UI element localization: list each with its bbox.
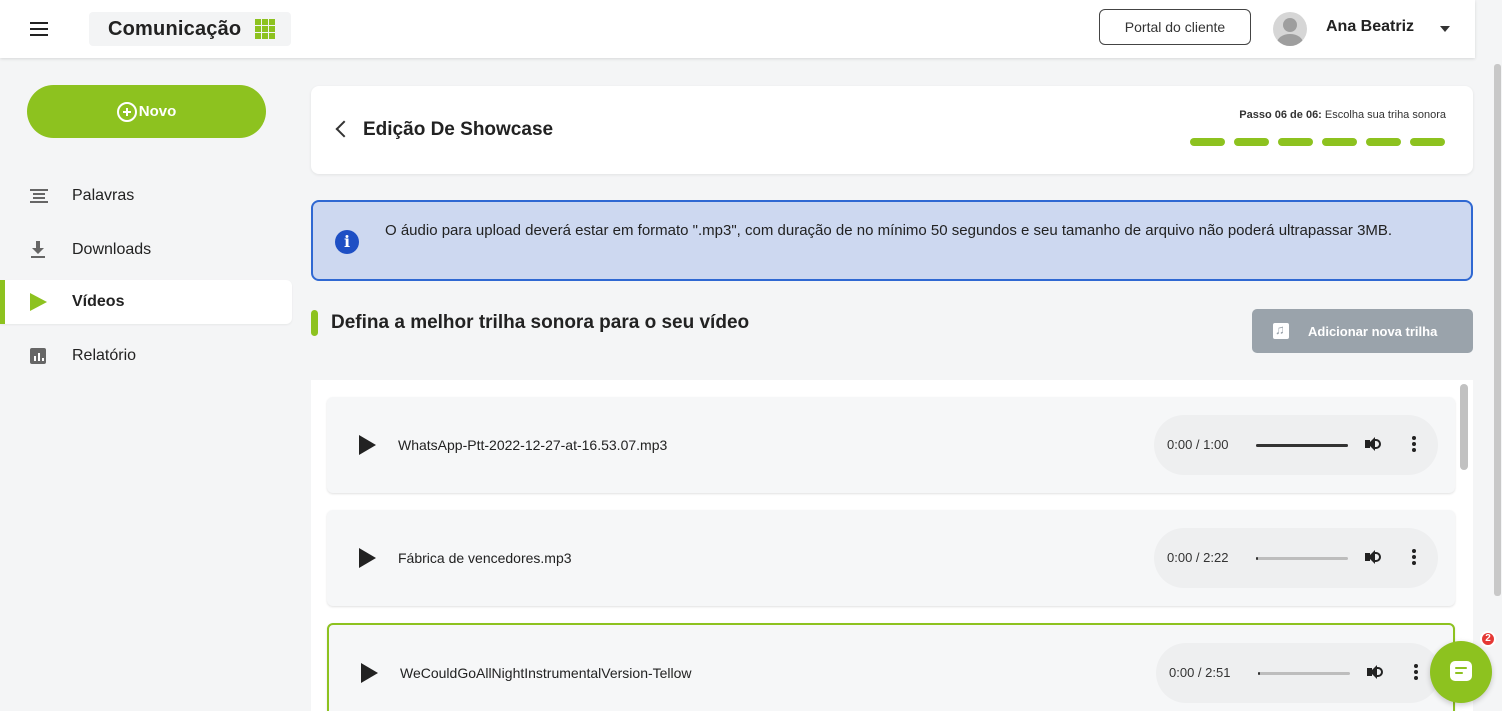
music-note-icon [1273, 322, 1289, 339]
sidebar-item-label: Downloads [72, 241, 152, 258]
step-segment [1234, 138, 1269, 146]
audio-time: 0:00 / 2:51 [1169, 665, 1231, 680]
new-button[interactable]: Novo [27, 85, 266, 138]
step-progress [1190, 138, 1445, 146]
more-options-icon[interactable] [1412, 549, 1416, 565]
play-icon[interactable] [359, 435, 376, 455]
audio-player: 0:00 / 2:22 [1154, 528, 1438, 588]
track-item-selected[interactable]: WeCouldGoAllNightInstrumentalVersion-Tel… [327, 623, 1455, 711]
new-button-label: Novo [138, 103, 177, 120]
section-title: Defina a melhor trilha sonora para o seu… [331, 312, 750, 333]
step-prefix: Passo 06 de 06: [1239, 109, 1322, 121]
chat-button[interactable] [1430, 641, 1492, 703]
info-alert: i O áudio para upload deverá estar em fo… [311, 200, 1473, 281]
track-name: Fábrica de vencedores.mp3 [398, 550, 572, 566]
info-text: O áudio para upload deverá estar em form… [385, 222, 1393, 239]
audio-player: 0:00 / 2:51 [1156, 643, 1440, 703]
plus-circle-icon [116, 102, 137, 122]
audio-seek-bar[interactable] [1258, 672, 1350, 675]
track-list: WhatsApp-Ptt-2022-12-27-at-16.53.07.mp3 … [311, 380, 1473, 711]
step-label: Escolha sua triha sonora [1324, 109, 1446, 121]
chart-icon [30, 348, 46, 364]
chat-icon [1450, 661, 1472, 681]
play-icon[interactable] [359, 548, 376, 568]
audio-time: 0:00 / 2:22 [1167, 550, 1229, 565]
back-icon[interactable] [335, 120, 353, 138]
step-segment [1410, 138, 1445, 146]
step-segment [1322, 138, 1357, 146]
avatar[interactable] [1273, 12, 1307, 46]
sidebar-item-label: Vídeos [72, 293, 125, 310]
sidebar-item-label: Palavras [72, 187, 135, 204]
portal-button[interactable]: Portal do cliente [1099, 9, 1251, 45]
play-icon [30, 293, 47, 311]
audio-time: 0:00 / 1:00 [1167, 437, 1229, 452]
download-icon [30, 241, 46, 259]
page-header: Edição De Showcase Passo 06 de 06: Escol… [311, 86, 1473, 174]
top-bar: Comunicação Portal do cliente Ana Beatri… [0, 0, 1475, 58]
audio-seek-fill [1256, 444, 1348, 447]
step-segment [1278, 138, 1313, 146]
sidebar-item-label: Relatório [72, 347, 137, 364]
audio-player: 0:00 / 1:00 [1154, 415, 1438, 475]
more-options-icon[interactable] [1412, 436, 1416, 452]
page-title: Edição De Showcase [363, 119, 554, 140]
add-track-label: Adicionar nova trilha [1308, 323, 1438, 339]
volume-icon[interactable] [1365, 549, 1381, 565]
step-segment [1190, 138, 1225, 146]
audio-seek-bar[interactable] [1256, 444, 1348, 447]
app-brand[interactable]: Comunicação [89, 12, 291, 46]
audio-seek-bar[interactable] [1256, 557, 1348, 560]
track-name: WeCouldGoAllNightInstrumentalVersion-Tel… [400, 665, 692, 681]
audio-seek-fill [1256, 557, 1258, 560]
info-icon: i [335, 230, 359, 254]
sidebar-item-palavras[interactable]: Palavras [0, 174, 292, 218]
sidebar-item-videos[interactable]: Vídeos [0, 280, 292, 324]
notification-badge: 2 [1480, 631, 1496, 647]
menu-icon[interactable] [30, 22, 48, 36]
track-list-scrollbar[interactable] [1460, 384, 1468, 470]
sidebar-item-relatorio[interactable]: Relatório [0, 334, 292, 378]
section-accent-bar [311, 310, 318, 336]
track-item[interactable]: Fábrica de vencedores.mp3 0:00 / 2:22 [327, 510, 1455, 606]
volume-icon[interactable] [1365, 436, 1381, 452]
lines-icon [30, 189, 48, 203]
audio-seek-fill [1258, 672, 1260, 675]
sidebar-item-downloads[interactable]: Downloads [0, 228, 292, 272]
volume-icon[interactable] [1367, 664, 1383, 680]
more-options-icon[interactable] [1414, 664, 1418, 680]
step-segment [1366, 138, 1401, 146]
app-name: Comunicação [108, 17, 242, 40]
apps-grid-icon[interactable] [255, 19, 276, 39]
step-indicator-text: Passo 06 de 06: Escolha sua triha sonora [1239, 109, 1446, 121]
track-name: WhatsApp-Ptt-2022-12-27-at-16.53.07.mp3 [398, 437, 668, 453]
add-track-button[interactable]: Adicionar nova trilha [1252, 309, 1473, 353]
play-icon[interactable] [361, 663, 378, 683]
user-name[interactable]: Ana Beatriz [1326, 18, 1414, 36]
chevron-down-icon[interactable] [1440, 26, 1450, 32]
track-item[interactable]: WhatsApp-Ptt-2022-12-27-at-16.53.07.mp3 … [327, 397, 1455, 493]
page-scrollbar[interactable] [1494, 64, 1501, 596]
